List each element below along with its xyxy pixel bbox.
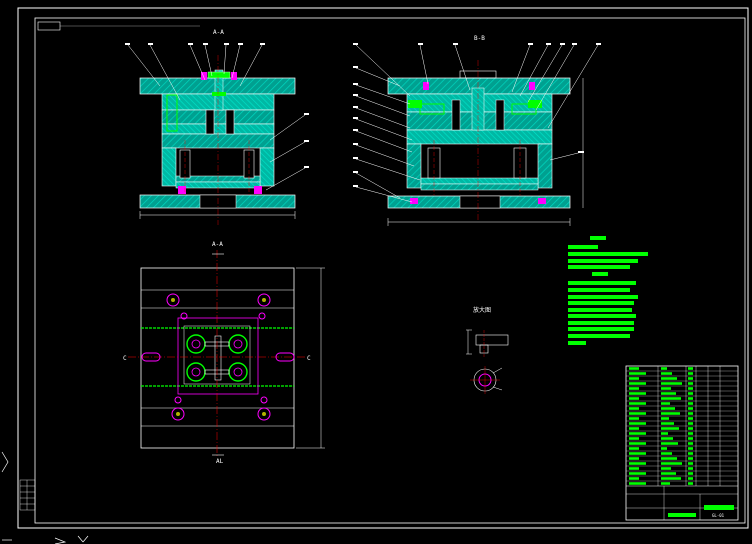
parts-row-qty	[688, 417, 693, 420]
parts-row-material	[661, 387, 671, 390]
parts-row-text	[629, 387, 639, 390]
parts-row-material	[661, 447, 667, 450]
section-mark-left: C	[123, 355, 127, 362]
parts-list-table: GL-01	[625, 365, 739, 521]
parts-row-material	[661, 462, 682, 465]
detail-label: 放大图	[473, 306, 491, 314]
plan-view: A-A C C AL	[123, 241, 325, 465]
parts-row-text	[629, 452, 646, 455]
parts-row-material	[661, 427, 679, 430]
detail-views: 放大图	[466, 306, 509, 394]
plan-label: A-A	[212, 241, 223, 248]
parts-row-material	[661, 367, 667, 370]
parts-row-text	[629, 447, 639, 450]
parts-row-material	[661, 397, 681, 400]
parts-row-material	[661, 412, 680, 415]
parts-row-text	[629, 482, 646, 485]
ucs-icon	[1, 451, 89, 544]
parts-row-qty	[688, 422, 693, 425]
parts-row-qty	[688, 482, 693, 485]
parts-row-text	[629, 442, 646, 445]
parts-row-material	[661, 432, 668, 435]
section-view-left: A-A	[125, 29, 309, 225]
parts-row-qty	[688, 372, 693, 375]
parts-row-text	[629, 422, 646, 425]
parts-row-qty	[688, 462, 693, 465]
parts-row-text	[629, 472, 646, 475]
parts-row-text	[629, 477, 639, 480]
parts-row-material	[661, 407, 675, 410]
parts-row-material	[661, 457, 677, 460]
section-view-right: B-B	[353, 35, 601, 226]
parts-row-text	[629, 417, 639, 420]
parts-row-material	[661, 472, 676, 475]
parts-row-qty	[688, 382, 693, 385]
parts-row-text	[629, 427, 639, 430]
parts-row-text	[629, 392, 646, 395]
parts-row-text	[629, 467, 639, 470]
parts-row-qty	[688, 377, 693, 380]
parts-row-material	[661, 452, 672, 455]
parts-row-qty	[688, 437, 693, 440]
parts-row-qty	[688, 392, 693, 395]
parts-row-material	[661, 467, 671, 470]
view1-label: A-A	[213, 29, 224, 36]
cad-drawing-canvas[interactable]: A-A B-B A-A C C AL 放大图 GL-01	[0, 0, 752, 544]
parts-row-qty	[688, 427, 693, 430]
parts-row-material	[661, 482, 670, 485]
parts-row-text	[629, 457, 639, 460]
section-mark-bottom: AL	[216, 458, 224, 465]
parts-row-material	[661, 382, 682, 385]
parts-row-material	[661, 422, 674, 425]
parts-row-material	[661, 477, 681, 480]
parts-row-qty	[688, 402, 693, 405]
parts-row-text	[629, 382, 646, 385]
parts-row-qty	[688, 387, 693, 390]
parts-row-text	[629, 377, 639, 380]
parts-row-qty	[688, 367, 693, 370]
parts-row-qty	[688, 467, 693, 470]
parts-row-material	[661, 437, 673, 440]
parts-row-material	[661, 377, 677, 380]
revision-block	[19, 479, 36, 511]
parts-row-qty	[688, 477, 693, 480]
parts-row-text	[629, 367, 639, 370]
parts-row-qty	[688, 472, 693, 475]
parts-row-material	[661, 392, 676, 395]
parts-row-qty	[688, 397, 693, 400]
parts-row-qty	[688, 407, 693, 410]
parts-row-material	[661, 417, 669, 420]
view2-label: B-B	[474, 35, 485, 42]
parts-row-text	[629, 402, 646, 405]
parts-row-qty	[688, 452, 693, 455]
parts-row-text	[629, 437, 639, 440]
parts-row-text	[629, 372, 646, 375]
parts-row-text	[629, 462, 646, 465]
parts-row-text	[629, 432, 646, 435]
parts-row-material	[661, 442, 678, 445]
drawing-number: GL-01	[712, 513, 725, 518]
parts-row-qty	[688, 442, 693, 445]
parts-row-qty	[688, 412, 693, 415]
section-mark-right: C	[307, 355, 311, 362]
parts-row-text	[629, 412, 646, 415]
drawing-frame	[17, 7, 749, 529]
parts-row-text	[629, 407, 639, 410]
parts-row-qty	[688, 447, 693, 450]
technical-notes	[568, 236, 648, 345]
parts-row-material	[661, 402, 670, 405]
parts-row-qty	[688, 432, 693, 435]
parts-row-qty	[688, 457, 693, 460]
parts-row-material	[661, 372, 672, 375]
parts-row-text	[629, 397, 639, 400]
